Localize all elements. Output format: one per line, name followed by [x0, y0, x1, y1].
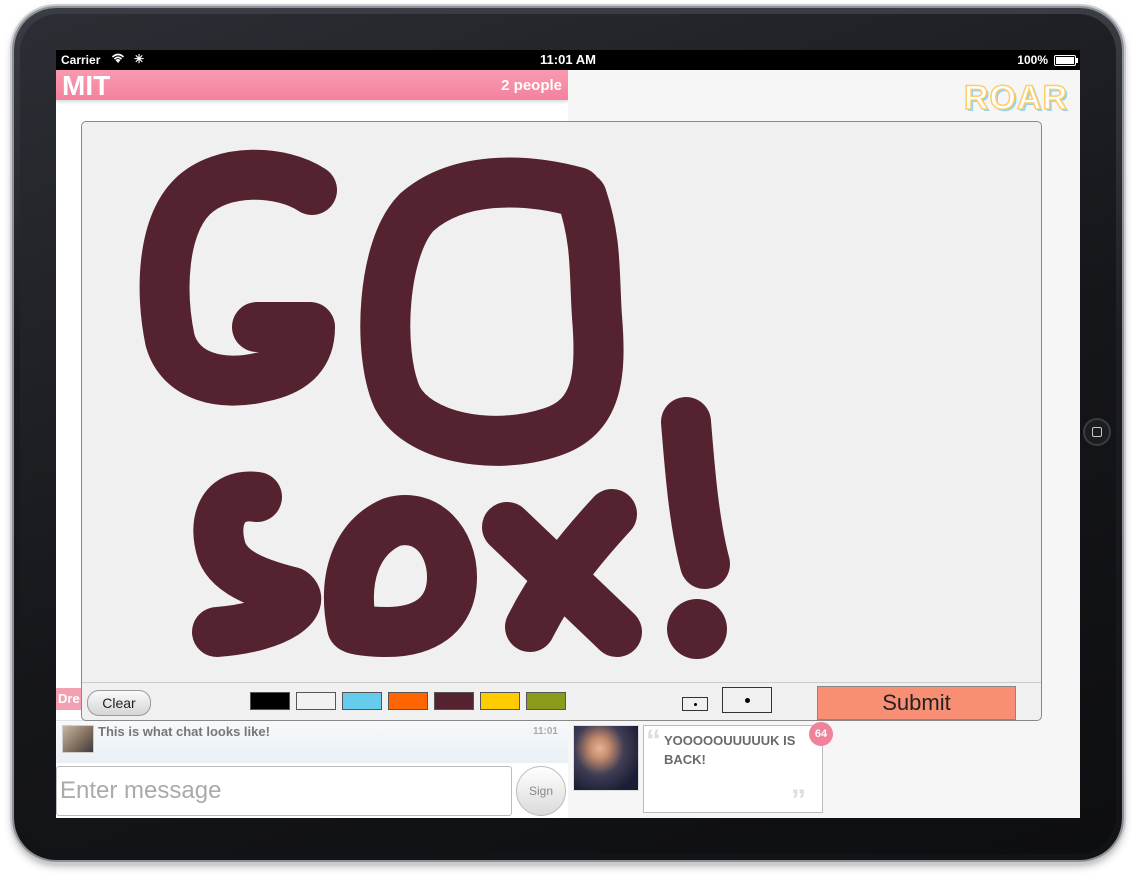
color-swatch[interactable] [296, 692, 336, 710]
stroke-letter-o [360, 157, 624, 466]
battery-icon [1054, 55, 1078, 66]
room-header: MIT 2 people [56, 70, 568, 101]
quote-text: YOOOOOUUUUUK IS BACK! [664, 733, 796, 767]
quote-count-badge: 64 [809, 722, 833, 746]
stroke-letter-g [139, 149, 337, 406]
battery-percent: 100% [1017, 53, 1048, 67]
screen: Carrier ✳ 11:01 AM 100% MIT 2 people Dre… [56, 50, 1080, 818]
color-swatch[interactable] [250, 692, 290, 710]
clock: 11:01 AM [540, 52, 596, 67]
open-quote-icon: “ [646, 724, 661, 757]
drawing-toolbar: Clear Submit [82, 682, 1041, 720]
roar-logo: ROAR [963, 79, 1068, 117]
color-swatch[interactable] [526, 692, 566, 710]
avatar [62, 725, 94, 753]
video-thumbnail[interactable] [573, 725, 639, 791]
chat-message[interactable]: This is what chat looks like! 11:01 [56, 720, 568, 763]
message-input[interactable] [56, 766, 512, 816]
status-bar: Carrier ✳ 11:01 AM 100% [56, 50, 1080, 70]
stroke-letter-s [192, 471, 321, 657]
color-swatch[interactable] [342, 692, 382, 710]
close-quote-icon: ” [791, 784, 806, 817]
stroke-exclamation-bar [661, 397, 730, 589]
brush-size-small[interactable] [682, 697, 708, 711]
brush-size-medium[interactable] [722, 687, 772, 713]
quote-card[interactable]: “ YOOOOOUUUUUK IS BACK! ” 64 [643, 722, 833, 817]
brush-medium-dot [745, 698, 750, 703]
chat-message-text: This is what chat looks like! [98, 724, 270, 739]
people-count[interactable]: 2 people [501, 77, 562, 94]
side-tab[interactable]: Dre [56, 688, 84, 710]
home-button[interactable] [1083, 418, 1111, 446]
drawing-modal: Clear Submit [81, 121, 1042, 721]
color-swatch[interactable] [434, 692, 474, 710]
submit-button[interactable]: Submit [817, 686, 1016, 720]
stroke-letter-o2 [324, 495, 477, 657]
sign-button[interactable]: Sign [516, 766, 566, 816]
home-square-icon [1092, 427, 1102, 437]
chat-message-time: 11:01 [532, 726, 558, 737]
battery-fill [1056, 57, 1074, 64]
color-swatch[interactable] [388, 692, 428, 710]
room-title: MIT [62, 70, 111, 101]
brush-small-dot [694, 703, 697, 706]
stroke-exclamation-dot [667, 599, 727, 659]
drawing-canvas[interactable] [82, 122, 1041, 682]
color-swatch[interactable] [480, 692, 520, 710]
clear-button[interactable]: Clear [87, 690, 151, 716]
